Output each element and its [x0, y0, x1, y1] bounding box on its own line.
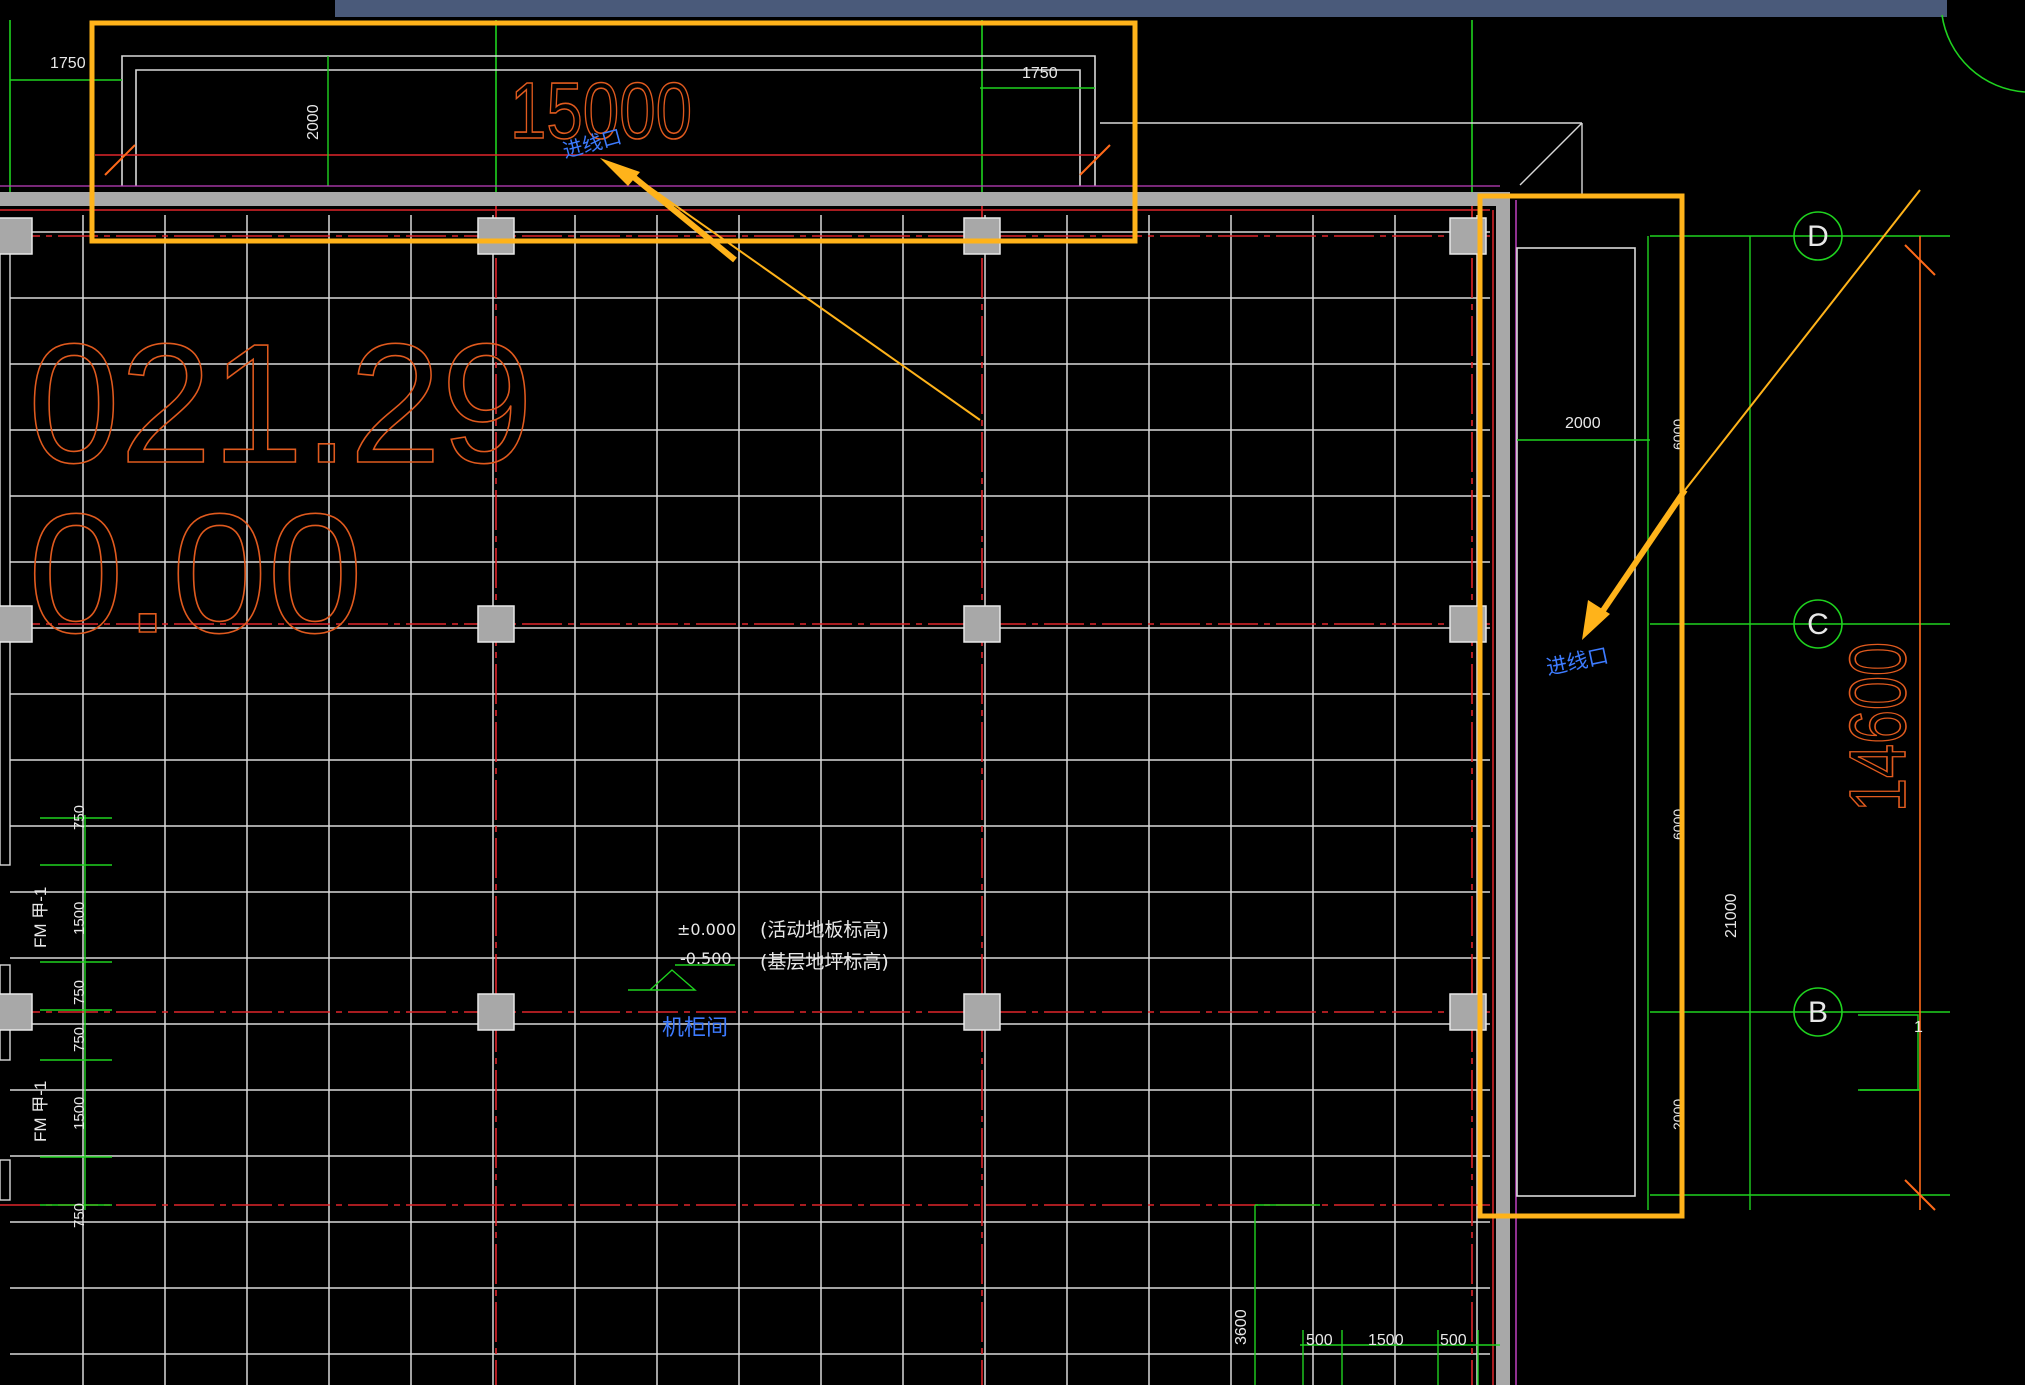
column — [963, 217, 1001, 255]
svg-text:B: B — [1808, 996, 1828, 1029]
left-big-text-line2: 0.00 — [28, 479, 363, 669]
right-total-dim: 21000 — [1723, 893, 1740, 938]
right-width-dim: 2000 — [1565, 415, 1601, 432]
marker-right: 1 — [1914, 1019, 1923, 1036]
door-label-1: FM 甲-1 — [31, 887, 50, 948]
left-dim-6: 750 — [71, 1203, 88, 1228]
column — [963, 605, 1001, 643]
svg-text:D: D — [1807, 220, 1829, 253]
top-height-dim: 2000 — [305, 104, 322, 140]
bottom-vertical-dim: 3600 — [1233, 1309, 1250, 1345]
top-toolbar-bar — [335, 0, 1947, 17]
left-dim-5: 1500 — [71, 1097, 88, 1130]
left-big-text-line1: 021.29 — [28, 309, 533, 499]
column — [477, 605, 515, 643]
cad-drawing-canvas[interactable]: 15000 14600 021.29 0.00 1750 1750 2000 2… — [0, 0, 2025, 1385]
column — [477, 217, 515, 255]
elevation-note-2: (基层地坪标高) — [760, 951, 889, 973]
bottom-dim-b: 1500 — [1368, 1332, 1404, 1349]
column — [0, 217, 33, 255]
top-right-dim: 1750 — [1022, 65, 1058, 82]
elevation-note-1: (活动地板标高) — [760, 919, 889, 941]
canvas-background — [0, 0, 2025, 1385]
left-dim-3: 750 — [71, 980, 88, 1005]
svg-text:C: C — [1807, 608, 1829, 641]
left-dim-2: 1500 — [71, 902, 88, 935]
door-label-2: FM 甲-1 — [31, 1081, 50, 1142]
column — [0, 993, 33, 1031]
column — [963, 993, 1001, 1031]
left-dim-4: 750 — [71, 1027, 88, 1052]
room-name-label: 机柜间 — [662, 1016, 728, 1041]
top-left-dim: 1750 — [50, 55, 86, 72]
column — [477, 993, 515, 1031]
right-length-dimension: 14600 — [1833, 642, 1922, 812]
elevation-value-1: ±0.000 — [677, 920, 736, 939]
left-dim-1: 750 — [71, 805, 88, 830]
bottom-dim-a: 500 — [1306, 1332, 1333, 1349]
bottom-dim-c: 500 — [1440, 1332, 1467, 1349]
